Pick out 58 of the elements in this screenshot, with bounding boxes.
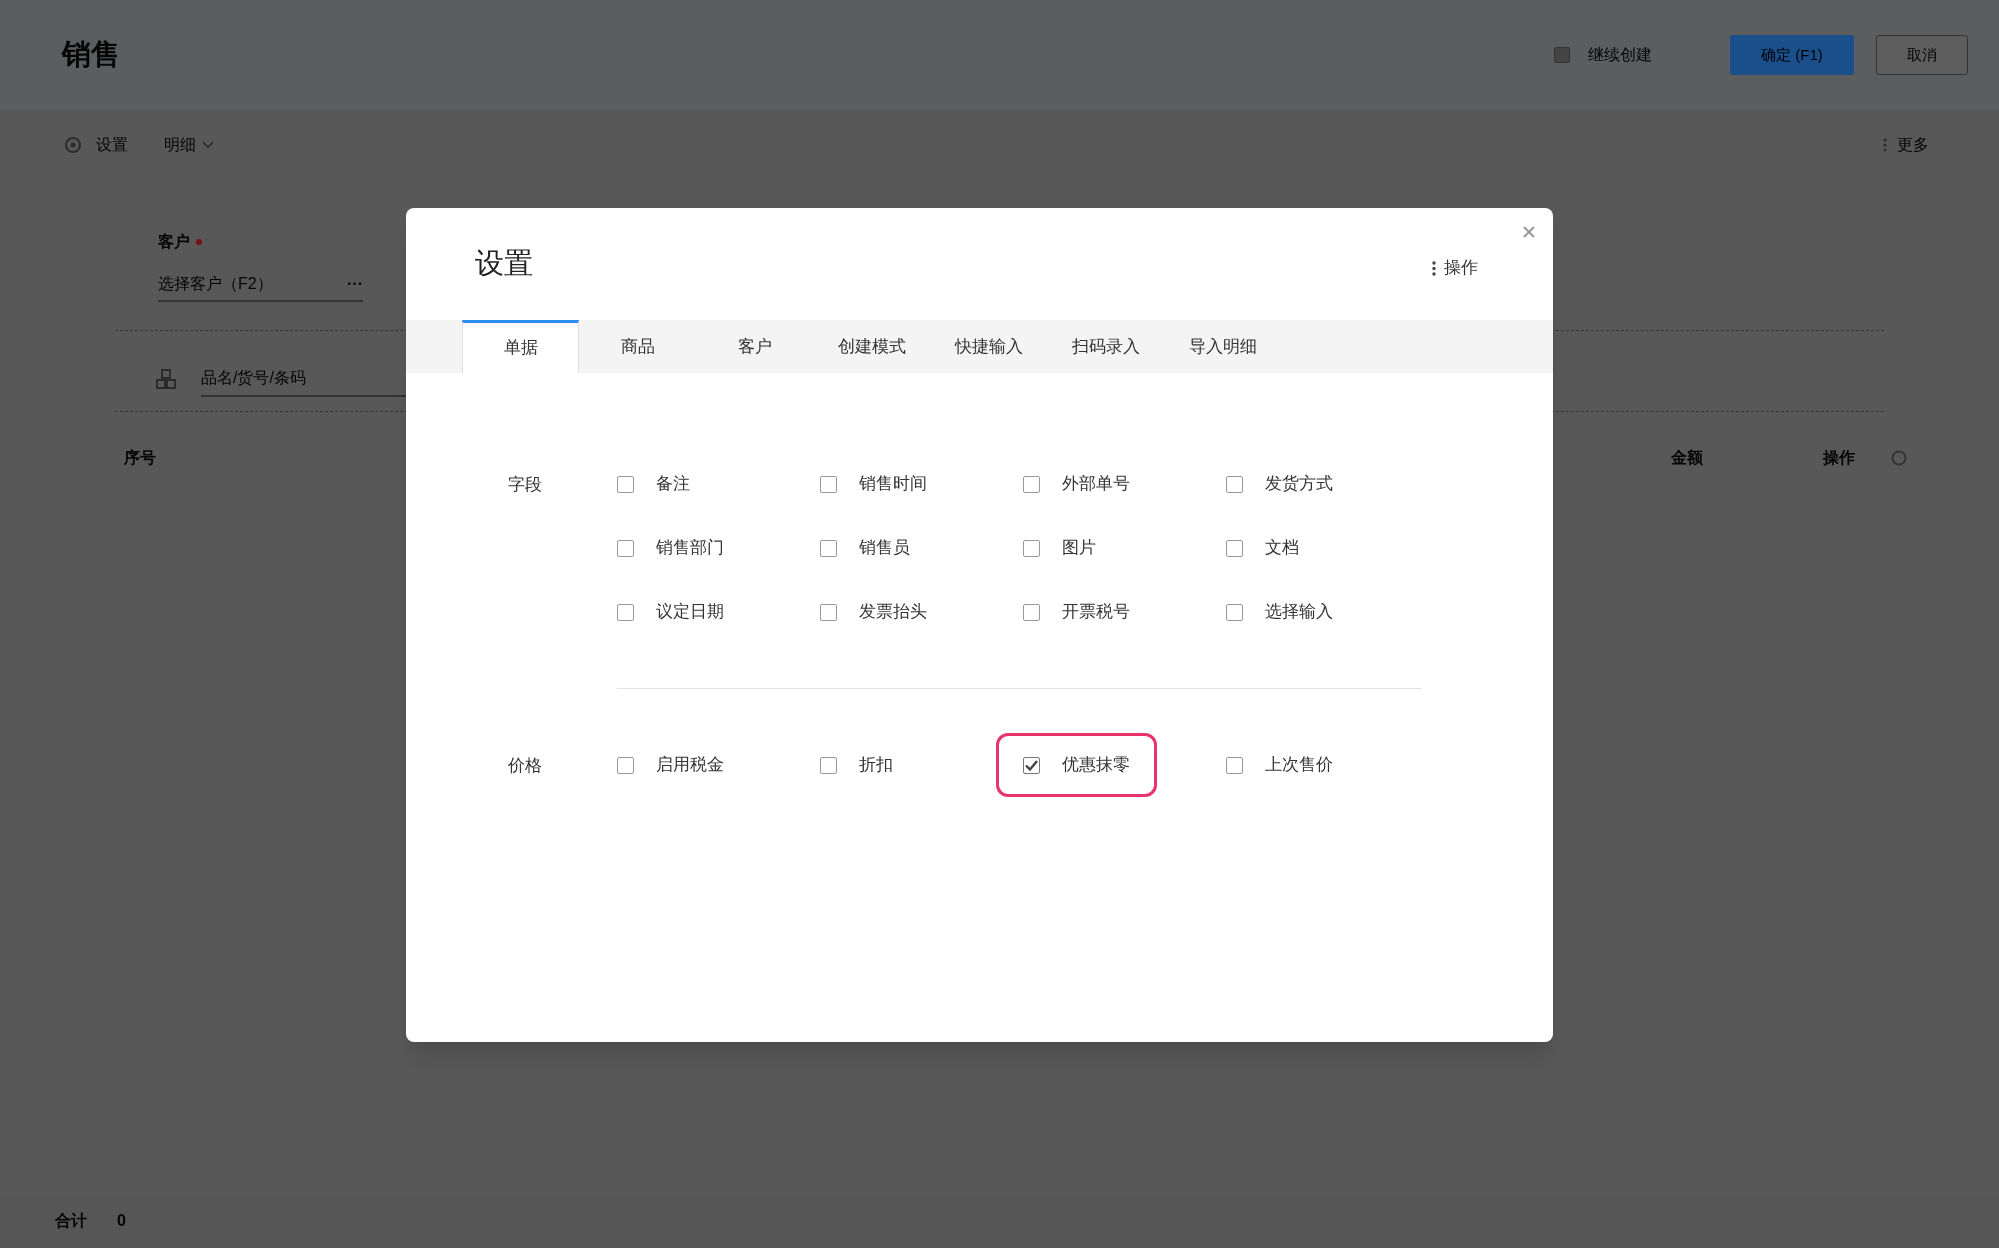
- column-header: 金额: [1671, 448, 1703, 468]
- checkbox-option[interactable]: 议定日期: [590, 580, 751, 644]
- tab[interactable]: 客户: [696, 320, 813, 373]
- total-label: 合计: [55, 1211, 87, 1231]
- checkbox-option[interactable]: 上次售价: [1199, 733, 1360, 797]
- checkbox-option[interactable]: 销售时间: [793, 452, 954, 516]
- action-menu-button[interactable]: 操作: [1432, 255, 1478, 281]
- checkbox[interactable]: [820, 475, 837, 493]
- checkbox[interactable]: [617, 539, 634, 557]
- checkbox-option[interactable]: 销售员: [793, 516, 937, 580]
- checkbox[interactable]: [1023, 603, 1040, 621]
- dialog-title: 设置: [475, 246, 533, 282]
- checkbox-option[interactable]: 备注: [590, 452, 717, 516]
- more-vertical-icon: [1883, 138, 1887, 152]
- section-label: 价格: [508, 755, 543, 777]
- tab[interactable]: 快捷输入: [930, 320, 1047, 373]
- checkbox[interactable]: [1023, 756, 1040, 774]
- checkbox-option[interactable]: 发票抬头: [793, 580, 954, 644]
- checkbox[interactable]: [820, 756, 837, 774]
- checkbox[interactable]: [1554, 47, 1570, 63]
- tab[interactable]: 商品: [579, 320, 696, 373]
- checkbox[interactable]: [1023, 475, 1040, 493]
- field-label: 客户: [158, 232, 190, 252]
- checkbox[interactable]: [1226, 539, 1243, 557]
- checkbox[interactable]: [617, 475, 634, 493]
- total-value: 0: [117, 1211, 126, 1231]
- page-title: 销售: [62, 37, 120, 73]
- column-header: 序号: [124, 448, 156, 468]
- checkbox-option[interactable]: 发货方式: [1199, 452, 1360, 516]
- tab[interactable]: 导入明细: [1164, 320, 1281, 373]
- tab[interactable]: 创建模式: [813, 320, 930, 373]
- boxes-icon: [155, 368, 177, 390]
- checkbox[interactable]: [820, 539, 837, 557]
- checkbox-label: 继续创建: [1588, 45, 1652, 65]
- checkbox-option[interactable]: 开票税号: [996, 580, 1157, 644]
- checkmark-icon: [1025, 759, 1038, 771]
- checkbox-option[interactable]: 文档: [1199, 516, 1326, 580]
- checkbox-option[interactable]: 销售部门: [590, 516, 751, 580]
- checkbox-option[interactable]: 优惠抹零: [996, 733, 1157, 797]
- checkbox[interactable]: [1226, 475, 1243, 493]
- checkbox-option[interactable]: 启用税金: [590, 733, 751, 797]
- checkbox[interactable]: [1226, 756, 1243, 774]
- tab[interactable]: 扫码录入: [1047, 320, 1164, 373]
- column-header: 操作: [1823, 448, 1855, 468]
- checkbox-option[interactable]: 外部单号: [996, 452, 1157, 516]
- checkbox[interactable]: [617, 603, 634, 621]
- checkbox[interactable]: [1226, 603, 1243, 621]
- checkbox-option[interactable]: 折扣: [793, 733, 920, 797]
- checkbox[interactable]: [1023, 539, 1040, 557]
- checkbox-option[interactable]: 图片: [996, 516, 1123, 580]
- chevron-down-icon: [202, 141, 214, 149]
- checkbox[interactable]: [820, 603, 837, 621]
- more-vertical-icon: [1432, 260, 1436, 276]
- section-label: 字段: [508, 474, 543, 496]
- checkbox[interactable]: [617, 756, 634, 774]
- checkbox-option[interactable]: 选择输入: [1199, 580, 1360, 644]
- close-icon: [1523, 226, 1535, 238]
- tab[interactable]: 单据: [462, 320, 579, 373]
